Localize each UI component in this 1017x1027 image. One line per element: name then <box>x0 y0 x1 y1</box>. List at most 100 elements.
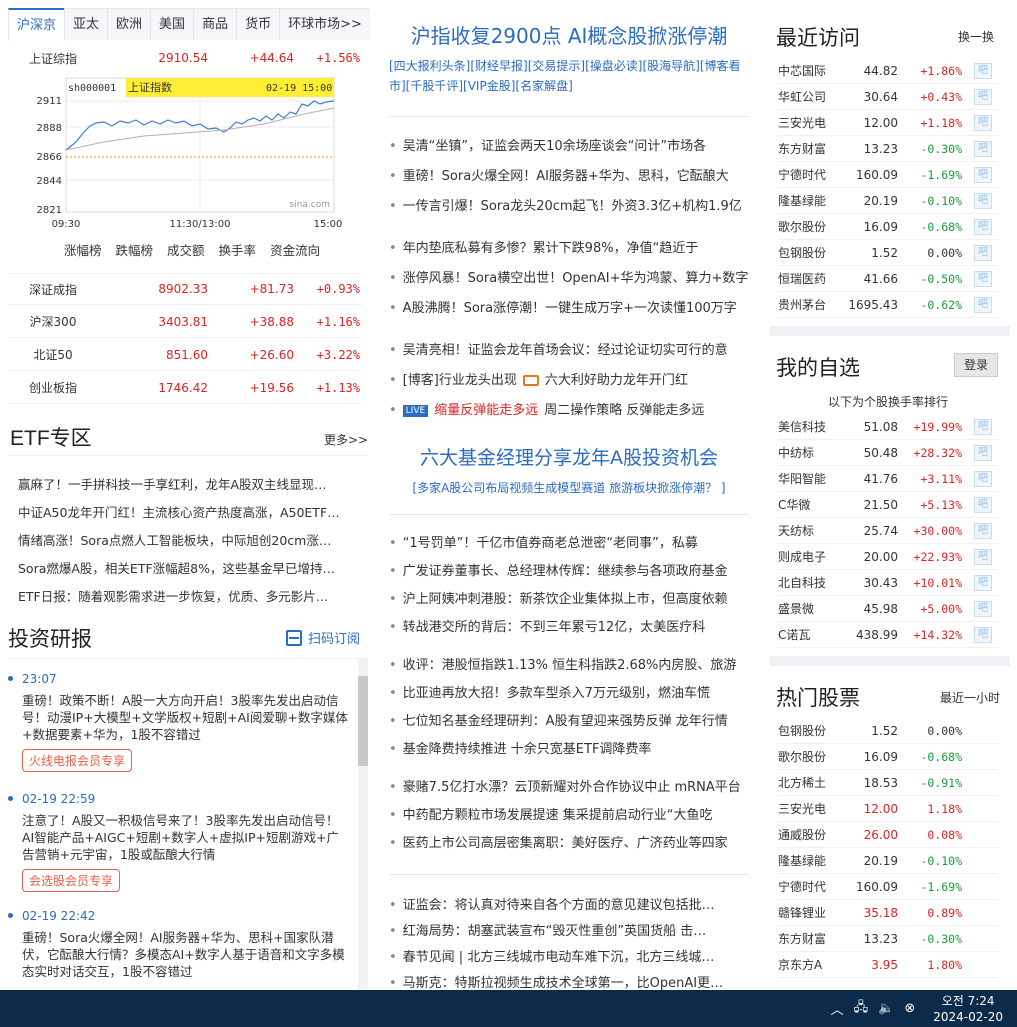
network-icon[interactable]: 🖧 <box>854 998 869 1020</box>
research-item[interactable]: 02-19 22:59 注意了！A股又一积极信号来了！3股率先发出启动信号！AI… <box>8 792 348 892</box>
news-item[interactable]: • A股沸腾！Sora涨停潮！一键生成万字+一次读懂100万字 <box>389 297 751 316</box>
stock-bar-button[interactable]: 吧 <box>974 296 992 313</box>
news-item[interactable]: • [博客]行业龙头出现 六大利好助力龙年开门红 <box>389 369 751 388</box>
refresh-link[interactable]: 换一换 <box>958 28 994 45</box>
research-item[interactable]: 23:07 重磅！政策不断！A股一大方向开启！3股率先发出启动信号！动漫IP+大… <box>8 672 348 772</box>
tab-usa[interactable]: 美国 <box>150 8 195 40</box>
headline-secondary[interactable]: 六大基金经理分享龙年A股投资机会 <box>385 443 753 470</box>
stock-row[interactable]: 贵州茅台 1695.43 -0.62% 吧 <box>778 292 998 318</box>
news-item[interactable]: • 基金降费持续推进 十余只宽基ETF调降费率 <box>389 738 751 757</box>
link-gainers[interactable]: 涨幅榜 <box>64 240 102 259</box>
stock-bar-button[interactable]: 吧 <box>974 218 992 235</box>
chevron-up-icon[interactable]: ︿ <box>831 999 844 1018</box>
stock-row[interactable]: 歌尔股份 16.09 -0.68% 吧 <box>778 214 998 240</box>
stock-row[interactable]: 中纺标 50.48 +28.32% 吧 <box>778 440 998 466</box>
stock-bar-button[interactable]: 吧 <box>974 140 992 157</box>
stock-row[interactable]: 隆基绿能 20.19 -0.10% <box>778 848 998 874</box>
news-item[interactable]: • 广发证券董事长、总经理林传辉：继续参与各项政府基金 <box>389 560 751 579</box>
research-scrollbar-thumb[interactable] <box>358 676 368 766</box>
stock-bar-button[interactable]: 吧 <box>974 444 992 461</box>
member-badge[interactable]: 会选股会员专享 <box>22 869 121 892</box>
etf-news-item[interactable]: 情绪高涨！Sora点燃人工智能板块，中际旭创20cm涨… <box>18 530 363 549</box>
stock-row[interactable]: C华微 21.50 +5.13% 吧 <box>778 492 998 518</box>
tag-links[interactable]: [四大报利头条][财经早报][交易提示][操盘必读][股海导航][博客看市][千… <box>389 56 749 96</box>
tag-links-secondary[interactable]: [多家A股公司布局视频生成模型赛道 旅游板块掀涨停潮？ ] <box>385 478 753 498</box>
news-item[interactable]: • 红海局势：胡塞武装宣布“毁灭性重创”英国货船 击… <box>389 920 751 939</box>
etf-news-item[interactable]: 中证A50龙年开门红！主流核心资产热度高涨，A50ETF… <box>18 502 363 521</box>
stock-row[interactable]: 东方财富 13.23 -0.30% 吧 <box>778 136 998 162</box>
tab-global-market[interactable]: 环球市场>> <box>279 8 370 40</box>
headline-main[interactable]: 沪指收复2900点 AI概念股掀涨停潮 <box>385 20 753 49</box>
tab-currency[interactable]: 货币 <box>236 8 281 40</box>
stock-bar-button[interactable]: 吧 <box>974 600 992 617</box>
stock-row[interactable]: 通威股份 26.00 0.08% <box>778 822 998 848</box>
stock-row[interactable]: 三安光电 12.00 +1.18% 吧 <box>778 110 998 136</box>
stock-bar-button[interactable]: 吧 <box>974 62 992 79</box>
link-turnover[interactable]: 成交额 <box>167 240 205 259</box>
index-row[interactable]: 北证50 851.60 +26.60 +3.22% <box>8 339 362 371</box>
live-item[interactable]: • LIVE 缩量反弹能走多远 周二操作策略 反弹能走多远 <box>389 399 751 418</box>
index-row[interactable]: 深证成指 8902.33 +81.73 +0.93% <box>8 273 362 305</box>
stock-row[interactable]: 歌尔股份 16.09 -0.68% <box>778 744 998 770</box>
stock-row[interactable]: 宁德时代 160.09 -1.69% 吧 <box>778 162 998 188</box>
news-item[interactable]: • 证监会：将认真对待来自各个方面的意见建议包括批… <box>389 894 751 913</box>
stock-bar-button[interactable]: 吧 <box>974 470 992 487</box>
stock-bar-button[interactable]: 吧 <box>974 114 992 131</box>
index-row[interactable]: 沪深300 3403.81 +38.88 +1.16% <box>8 306 362 338</box>
tab-hushenjing[interactable]: 沪深京 <box>8 8 66 41</box>
stock-row[interactable]: C诺瓦 438.99 +14.32% 吧 <box>778 622 998 648</box>
stock-row[interactable]: 天纺标 25.74 +30.00% 吧 <box>778 518 998 544</box>
stock-bar-button[interactable]: 吧 <box>974 88 992 105</box>
stock-row[interactable]: 三安光电 12.00 1.18% <box>778 796 998 822</box>
stock-row[interactable]: 则成电子 20.00 +22.93% 吧 <box>778 544 998 570</box>
stock-row[interactable]: 中芯国际 44.82 +1.86% 吧 <box>778 58 998 84</box>
news-item[interactable]: • 医药上市公司高层密集离职：美好医疗、广济药业等四家 <box>389 832 751 851</box>
stock-bar-button[interactable]: 吧 <box>974 574 992 591</box>
close-circle-icon[interactable]: ⊗ <box>904 1001 915 1016</box>
link-turnover-rate[interactable]: 换手率 <box>219 240 257 259</box>
login-button[interactable]: 登录 <box>954 353 998 377</box>
news-item[interactable]: • 重磅！Sora火爆全网！AI服务器+华为、思科，它酝酿大 <box>389 165 751 184</box>
news-item[interactable]: • 中药配方颗粒市场发展提速 集采提前启动行业“大鱼吃 <box>389 804 751 823</box>
stock-bar-button[interactable]: 吧 <box>974 548 992 565</box>
news-item[interactable]: • 涨停风暴！Sora横空出世！OpenAI+华为鸿蒙、算力+数字 <box>389 267 751 286</box>
stock-bar-button[interactable]: 吧 <box>974 522 992 539</box>
news-item[interactable]: • 比亚迪再放大招！多款车型杀入7万元级别，燃油车慌 <box>389 682 751 701</box>
news-item[interactable]: • 年内垫底私募有多惨？累计下跌98%，净值“趋近于 <box>389 237 751 256</box>
member-badge[interactable]: 火线电报会员专享 <box>22 749 133 772</box>
stock-row[interactable]: 包钢股份 1.52 0.00% <box>778 718 998 744</box>
stock-row[interactable]: 京东方A 3.95 1.80% <box>778 952 998 978</box>
index-row[interactable]: 创业板指 1746.42 +19.56 +1.13% <box>8 372 362 404</box>
stock-row[interactable]: 宁德时代 160.09 -1.69% <box>778 874 998 900</box>
news-item[interactable]: • 七位知名基金经理研判：A股有望迎来强势反弹 龙年行情 <box>389 710 751 729</box>
stock-row[interactable]: 东方财富 13.23 -0.30% <box>778 926 998 952</box>
clock[interactable]: 오전 7:24 2024-02-20 <box>933 993 1003 1025</box>
news-item[interactable]: • 沪上阿姨冲刺港股：新茶饮企业集体拟上市，但高度依赖 <box>389 588 751 607</box>
stock-row[interactable]: 北方稀土 18.53 -0.91% <box>778 770 998 796</box>
tab-asia-pacific[interactable]: 亚太 <box>64 8 109 40</box>
stock-bar-button[interactable]: 吧 <box>974 166 992 183</box>
stock-bar-button[interactable]: 吧 <box>974 626 992 643</box>
research-item[interactable]: 02-19 22:42 重磅！Sora火爆全网！AI服务器+华为、思科+国家队潜… <box>8 909 348 980</box>
volume-icon[interactable]: 🔈 <box>878 1001 894 1016</box>
link-fund-flow[interactable]: 资金流向 <box>270 240 320 259</box>
stock-row[interactable]: 盛景微 45.98 +5.00% 吧 <box>778 596 998 622</box>
index-chart[interactable]: sh000001 上证指数 02-19 15:00 2911 2888 2866… <box>24 76 342 236</box>
news-item[interactable]: • 马斯克：特斯拉视频生成技术全球第一，比OpenAI更… <box>389 972 751 990</box>
etf-more-link[interactable]: 更多>> <box>324 431 368 448</box>
period-label[interactable]: 最近一小时 <box>940 689 1000 706</box>
news-item[interactable]: • “1号罚单”！千亿市值券商老总泄密“老同事”，私募 <box>389 532 751 551</box>
news-item[interactable]: • 豪赌7.5亿打水漂？云顶新耀对外合作协议中止 mRNA平台 <box>389 776 751 795</box>
link-losers[interactable]: 跌幅榜 <box>116 240 154 259</box>
stock-row[interactable]: 赣锋锂业 35.18 0.89% <box>778 900 998 926</box>
stock-row[interactable]: 隆基绿能 20.19 -0.10% 吧 <box>778 188 998 214</box>
etf-news-item[interactable]: Sora燃爆A股，相关ETF涨幅超8%，这些基金早已增持… <box>18 558 363 577</box>
index-row-shanghai[interactable]: 上证综指 2910.54 +44.64 +1.56% <box>8 42 362 74</box>
news-item[interactable]: • 吴清亮相！证监会龙年首场会议：经过论证切实可行的意 <box>389 339 751 358</box>
tab-commodity[interactable]: 商品 <box>193 8 238 40</box>
news-item[interactable]: • 春节见闻 | 北方三线城市电动车难下沉，北方三线城… <box>389 946 751 965</box>
tab-europe[interactable]: 欧洲 <box>107 8 152 40</box>
news-item[interactable]: • 转战港交所的背后：不到三年累亏12亿，太美医疗科 <box>389 616 751 635</box>
stock-bar-button[interactable]: 吧 <box>974 270 992 287</box>
news-item[interactable]: • 一传言引爆！Sora龙头20cm起飞！外资3.3亿+机构1.9亿 <box>389 195 751 214</box>
